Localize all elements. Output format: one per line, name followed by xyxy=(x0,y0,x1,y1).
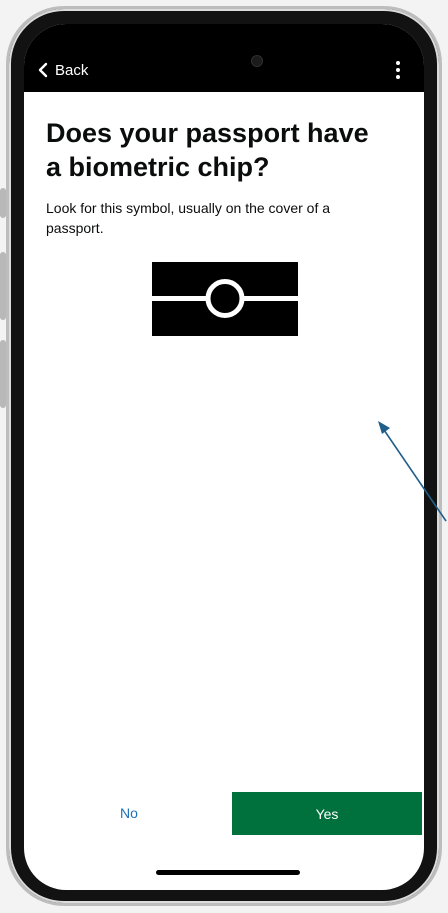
phone-notch xyxy=(166,24,290,58)
more-vertical-icon-dot xyxy=(396,68,400,72)
volume-up-button xyxy=(0,252,6,320)
top-navigation-bar: Back xyxy=(24,24,424,92)
app-screen: Back Does your passport have a biometric… xyxy=(24,24,424,890)
no-button[interactable]: No xyxy=(54,792,204,834)
annotation-arrow-icon xyxy=(378,421,447,522)
screenshot-stage: Back Does your passport have a biometric… xyxy=(0,0,448,913)
back-button[interactable]: Back xyxy=(38,58,88,82)
yes-button[interactable]: Yes xyxy=(232,792,422,835)
home-indicator xyxy=(156,870,300,875)
chevron-left-icon xyxy=(38,62,48,78)
page-title: Does your passport have a biometric chip… xyxy=(46,118,369,182)
volume-down-button xyxy=(0,340,6,408)
more-vertical-icon-dot xyxy=(396,75,400,79)
hint-text: Look for this symbol, usually on the cov… xyxy=(46,200,331,236)
mute-switch xyxy=(0,188,6,218)
more-options-button[interactable] xyxy=(388,58,408,82)
more-vertical-icon-dot xyxy=(396,61,400,65)
back-button-label: Back xyxy=(55,61,89,79)
biometric-chip-symbol-icon xyxy=(152,262,298,336)
front-camera xyxy=(252,56,262,66)
